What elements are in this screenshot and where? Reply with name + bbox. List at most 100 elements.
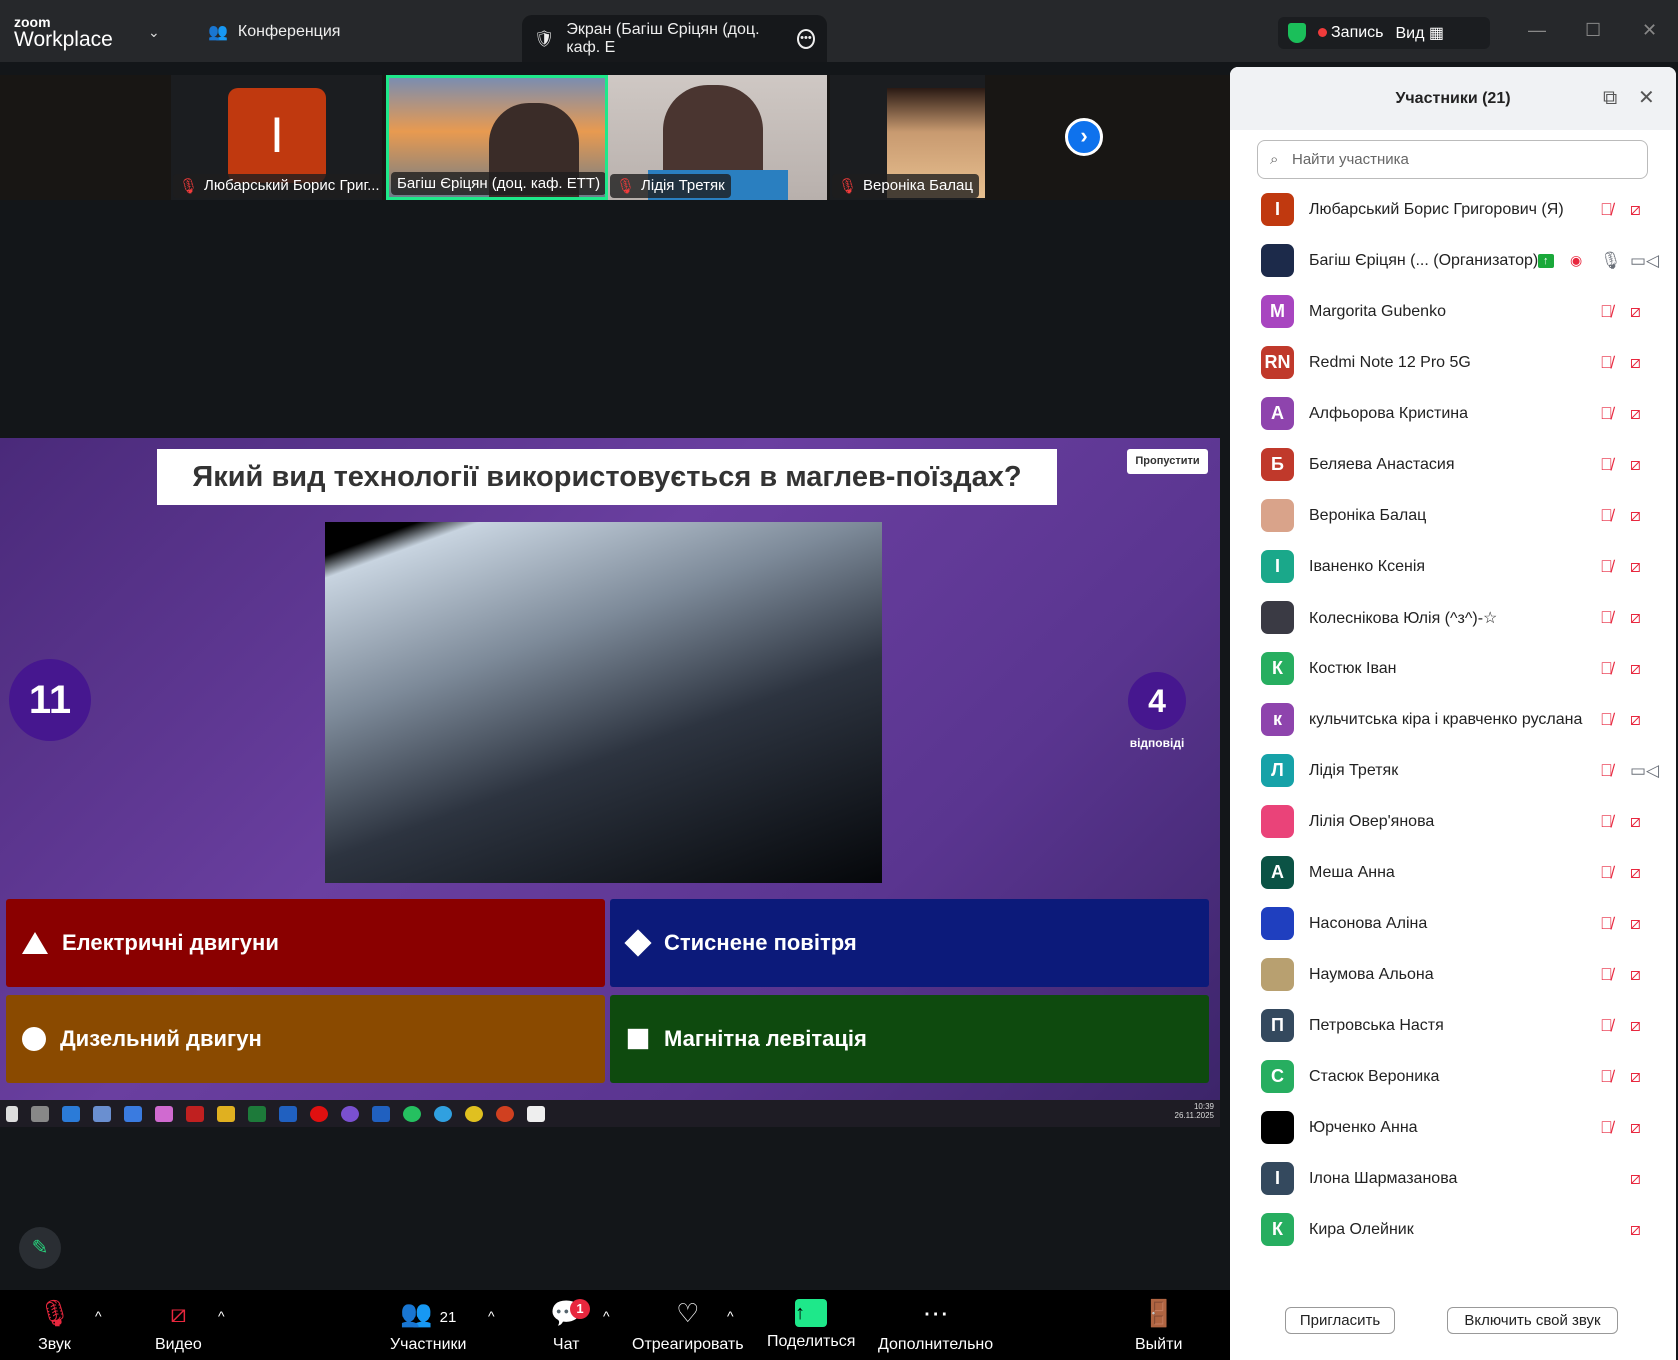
mic-muted-icon[interactable]: 🎙̸ <box>1600 761 1613 781</box>
video-tile[interactable]: 🎙 Лідія Третяк <box>608 75 827 200</box>
participant-row[interactable]: A Меша Анна 🎙̸ ⧄ <box>1230 847 1676 898</box>
camera-off-icon[interactable]: ⧄ <box>1630 1220 1641 1240</box>
camera-off-icon[interactable]: ⧄ <box>1630 1118 1641 1138</box>
mic-muted-icon[interactable]: 🎙̸ <box>1600 404 1613 424</box>
camera-off-icon[interactable]: ⧄ <box>1630 914 1641 934</box>
camera-off-icon[interactable]: ⧄ <box>1630 1169 1641 1189</box>
answer-option[interactable]: Дизельний двигун <box>6 995 605 1083</box>
participant-row[interactable]: С Стасюк Вероника 🎙̸ ⧄ <box>1230 1051 1676 1102</box>
participant-row[interactable]: I Ілона Шармазанова ⧄ <box>1230 1153 1676 1204</box>
camera-off-icon[interactable]: ⧄ <box>1630 1067 1641 1087</box>
mic-muted-icon[interactable]: 🎙̸ <box>1600 812 1613 832</box>
chat-caret-icon[interactable]: ^ <box>603 1308 610 1324</box>
mic-muted-icon[interactable]: 🎙̸ <box>1600 302 1613 322</box>
mic-muted-icon[interactable]: 🎙̸ <box>1600 608 1613 628</box>
chevron-down-icon[interactable]: ⌄ <box>148 24 160 41</box>
participants-button[interactable]: 👥 21 Участники <box>390 1296 466 1354</box>
participant-row[interactable]: Насонова Аліна 🎙̸ ⧄ <box>1230 898 1676 949</box>
leave-button[interactable]: 🚪 Выйти <box>1135 1296 1182 1354</box>
mic-muted-icon[interactable]: 🎙̸ <box>1600 557 1613 577</box>
participant-row[interactable]: Колеснікова Юлія (^з^)-☆ 🎙̸ ⧄ <box>1230 592 1676 643</box>
share-button[interactable]: ↑ Поделиться <box>767 1296 855 1351</box>
mic-muted-icon[interactable]: 🎙̸ <box>1600 659 1613 679</box>
mic-muted-icon[interactable]: 🎙̸ <box>1600 455 1613 475</box>
camera-off-icon[interactable]: ⧄ <box>1630 1016 1641 1036</box>
more-button[interactable]: ⋯ Дополнительно <box>878 1296 993 1354</box>
participant-row[interactable]: к кульчитська кіра і кравченко руслана 🎙̸ ⧄ <box>1230 694 1676 745</box>
video-caret-icon[interactable]: ^ <box>218 1308 225 1324</box>
view-button[interactable]: Вид ▦ <box>1396 23 1445 43</box>
search-participant-input[interactable]: ⌕ Найти участника <box>1257 140 1648 179</box>
audio-caret-icon[interactable]: ^ <box>95 1308 102 1324</box>
participant-row[interactable]: Б Беляева Анастасия 🎙̸ ⧄ <box>1230 439 1676 490</box>
camera-off-icon[interactable]: ⧄ <box>1630 353 1641 373</box>
video-tile[interactable]: I 🎙 Любарський Борис Григ... <box>171 75 382 200</box>
camera-off-icon[interactable]: ⧄ <box>1630 455 1641 475</box>
camera-off-icon[interactable]: ⧄ <box>1630 557 1641 577</box>
camera-off-icon[interactable]: ⧄ <box>1630 659 1641 679</box>
participant-row[interactable]: Багіш Єріцян (... (Организатор) ↑ ◉ 🎙 ▭◁ <box>1230 235 1676 286</box>
mic-muted-icon[interactable]: 🎙̸ <box>1600 353 1613 373</box>
participant-row[interactable]: Юрченко Анна 🎙̸ ⧄ <box>1230 1102 1676 1153</box>
mic-muted-icon[interactable]: 🎙̸ <box>1600 200 1613 220</box>
participant-row[interactable]: П Петровська Настя 🎙̸ ⧄ <box>1230 1000 1676 1051</box>
annotate-pencil-icon[interactable]: ✎ <box>19 1227 61 1269</box>
mic-icon[interactable]: 🎙 <box>1600 251 1622 271</box>
participant-row[interactable]: К Костюк Іван 🎙̸ ⧄ <box>1230 643 1676 694</box>
mic-muted-icon[interactable]: 🎙̸ <box>1600 914 1613 934</box>
camera-off-icon[interactable]: ⧄ <box>1630 710 1641 730</box>
skip-button[interactable]: Пропустити <box>1127 449 1208 474</box>
security-shield-icon[interactable] <box>1288 23 1306 43</box>
answer-option[interactable]: Магнітна левітація <box>610 995 1209 1083</box>
mic-muted-icon[interactable]: 🎙̸ <box>1600 863 1613 883</box>
video-tile-active[interactable]: Багіш Єріцян (доц. каф. ЕТТ) <box>386 75 608 200</box>
screen-share-tab[interactable]: 🛡 Экран (Багіш Єріцян (доц. каф. Е ••• <box>522 15 827 62</box>
participant-row[interactable]: Вероніка Балац 🎙̸ ⧄ <box>1230 490 1676 541</box>
mic-muted-icon[interactable]: 🎙̸ <box>1600 710 1613 730</box>
next-page-arrow-icon[interactable]: › <box>1065 118 1103 156</box>
camera-icon[interactable]: ▭◁ <box>1630 761 1659 781</box>
record-button[interactable]: Запись <box>1318 24 1384 42</box>
invite-button[interactable]: Пригласить <box>1285 1307 1395 1334</box>
participant-row[interactable]: M Margorita Gubenko 🎙̸ ⧄ <box>1230 286 1676 337</box>
meeting-tab[interactable]: 👥 Конференция <box>208 22 340 42</box>
react-button[interactable]: ♡ Отреагировать <box>632 1296 744 1354</box>
camera-off-icon[interactable]: ⧄ <box>1630 863 1641 883</box>
mic-muted-icon[interactable]: 🎙̸ <box>1600 506 1613 526</box>
participant-row[interactable]: І Іваненко Ксенія 🎙̸ ⧄ <box>1230 541 1676 592</box>
participant-row[interactable]: I Любарський Борис Григорович (Я) 🎙̸ ⧄ <box>1230 184 1676 235</box>
react-caret-icon[interactable]: ^ <box>727 1308 734 1324</box>
maximize-icon[interactable]: ☐ <box>1585 20 1601 41</box>
mic-muted-icon[interactable]: 🎙̸ <box>1600 1118 1613 1138</box>
camera-off-icon[interactable]: ⧄ <box>1630 302 1641 322</box>
camera-off-icon[interactable]: ⧄ <box>1630 200 1641 220</box>
close-panel-icon[interactable]: ✕ <box>1638 67 1655 130</box>
camera-off-icon[interactable]: ⧄ <box>1630 506 1641 526</box>
video-button[interactable]: ⧄ Видео <box>155 1296 202 1354</box>
camera-off-icon[interactable]: ⧄ <box>1630 404 1641 424</box>
unmute-self-button[interactable]: Включить свой звук <box>1447 1307 1618 1334</box>
participant-row[interactable]: Лілія Овер'янова 🎙̸ ⧄ <box>1230 796 1676 847</box>
mic-muted-icon[interactable]: 🎙̸ <box>1600 1067 1613 1087</box>
participants-caret-icon[interactable]: ^ <box>488 1308 495 1324</box>
camera-off-icon[interactable]: ⧄ <box>1630 965 1641 985</box>
participant-row[interactable]: Наумова Альона 🎙̸ ⧄ <box>1230 949 1676 1000</box>
mic-muted-icon[interactable]: 🎙̸ <box>1600 1016 1613 1036</box>
participant-row[interactable]: К Кира Олейник ⧄ <box>1230 1204 1676 1255</box>
minimize-icon[interactable]: — <box>1528 20 1546 41</box>
participant-row[interactable]: Л Лідія Третяк 🎙̸ ▭◁ <box>1230 745 1676 796</box>
audio-button[interactable]: 🎙 Звук <box>38 1296 71 1354</box>
camera-icon[interactable]: ▭◁ <box>1630 251 1659 271</box>
camera-off-icon[interactable]: ⧄ <box>1630 812 1641 832</box>
popout-icon[interactable]: ⧉ <box>1603 67 1617 130</box>
close-icon[interactable]: ✕ <box>1642 20 1657 41</box>
participant-row[interactable]: RN Redmi Note 12 Pro 5G 🎙̸ ⧄ <box>1230 337 1676 388</box>
camera-off-icon[interactable]: ⧄ <box>1630 608 1641 628</box>
tile-name: Лідія Третяк <box>641 177 725 194</box>
answer-option[interactable]: Електричні двигуни <box>6 899 605 987</box>
video-tile[interactable]: 🎙 Вероніка Балац <box>830 75 985 200</box>
more-options-icon[interactable]: ••• <box>796 28 815 49</box>
participant-row[interactable]: А Алфьорова Кристина 🎙̸ ⧄ <box>1230 388 1676 439</box>
mic-muted-icon[interactable]: 🎙̸ <box>1600 965 1613 985</box>
answer-option[interactable]: Стиснене повітря <box>610 899 1209 987</box>
